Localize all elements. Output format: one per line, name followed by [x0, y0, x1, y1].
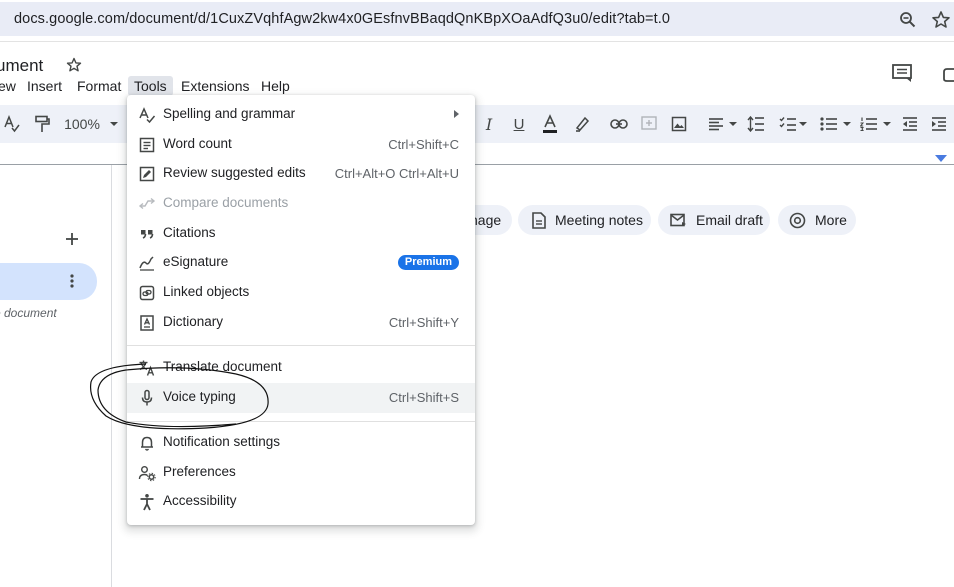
header-divider — [0, 41, 954, 42]
zoom-chevron-down-icon[interactable] — [108, 114, 120, 134]
shortcut-text: Ctrl+Shift+S — [388, 390, 459, 405]
add-tab-plus-icon[interactable] — [64, 231, 80, 247]
shortcut-text: Ctrl+Alt+O Ctrl+Alt+U — [334, 166, 459, 181]
ruler-indent-marker[interactable] — [935, 155, 947, 162]
menu-item-notification-settings[interactable]: Notification settings — [127, 428, 475, 458]
bulleted-list-icon[interactable] — [820, 114, 838, 134]
numbered-list-icon[interactable] — [860, 114, 878, 134]
outline-divider — [111, 165, 112, 587]
word-count-icon — [139, 137, 155, 153]
more-options-icon[interactable] — [68, 273, 76, 289]
translate-icon — [139, 360, 155, 376]
zoom-out-icon[interactable] — [899, 11, 917, 29]
meet-icon[interactable] — [940, 66, 954, 82]
email-icon — [670, 213, 686, 227]
menu-tools[interactable]: Tools — [128, 76, 173, 96]
shortcut-text: Ctrl+Shift+Y — [388, 315, 459, 330]
insert-link-icon[interactable] — [609, 114, 629, 134]
text-color-icon[interactable] — [540, 114, 560, 134]
dictionary-icon — [140, 315, 154, 331]
url-text[interactable]: docs.google.com/document/d/1CuxZVqhfAgw2… — [14, 11, 670, 27]
menu-item-esignature[interactable]: eSignature Premium — [127, 248, 475, 278]
underline-icon[interactable]: U — [510, 114, 528, 134]
at-sign-icon — [789, 212, 806, 228]
outline-hint-text: e document — [0, 306, 57, 320]
menu-item-citations[interactable]: Citations — [127, 219, 475, 249]
menu-item-preferences[interactable]: Preferences — [127, 458, 475, 488]
menu-divider — [127, 421, 475, 422]
submenu-arrow-icon — [454, 110, 459, 118]
paint-format-icon[interactable] — [33, 114, 51, 134]
numbered-chevron-down-icon[interactable] — [882, 114, 892, 134]
link-objects-icon — [139, 285, 155, 301]
highlight-color-icon[interactable] — [573, 114, 591, 134]
menu-divider — [127, 345, 475, 346]
review-edits-icon — [139, 166, 155, 182]
chip-label: More — [815, 212, 847, 228]
chip-meeting-notes[interactable]: Meeting notes — [518, 205, 651, 235]
premium-badge: Premium — [397, 255, 459, 270]
add-comment-icon[interactable] — [640, 114, 658, 134]
zoom-select[interactable]: 100% — [62, 114, 102, 134]
chip-label: Email draft — [696, 212, 763, 228]
zoom-value: 100% — [64, 116, 100, 132]
menu-item-accessibility[interactable]: Accessibility — [127, 487, 475, 517]
line-spacing-icon[interactable] — [747, 114, 765, 134]
menu-item-review-suggested-edits[interactable]: Review suggested edits Ctrl+Alt+O Ctrl+A… — [127, 159, 475, 189]
menu-extensions[interactable]: Extensions — [181, 76, 249, 96]
tools-menu: Spelling and grammar Word count Ctrl+Shi… — [127, 95, 475, 525]
menu-item-voice-typing[interactable]: Voice typing Ctrl+Shift+S — [127, 383, 475, 413]
quote-icon — [141, 230, 154, 239]
menu-item-compare-documents[interactable]: Compare documents — [127, 189, 475, 219]
menu-item-linked-objects[interactable]: Linked objects — [127, 278, 475, 308]
menu-item-dictionary[interactable]: Dictionary Ctrl+Shift+Y — [127, 308, 475, 338]
align-chevron-down-icon[interactable] — [728, 114, 738, 134]
comment-history-icon[interactable] — [891, 63, 913, 83]
bookmark-star-icon[interactable] — [931, 10, 951, 30]
menu-format[interactable]: Format — [77, 76, 121, 96]
menu-view[interactable]: ew — [0, 76, 16, 96]
document-icon — [532, 211, 546, 229]
signature-icon — [139, 256, 154, 271]
italic-icon[interactable]: I — [480, 114, 498, 134]
menu-insert[interactable]: Insert — [27, 76, 62, 96]
checklist-chevron-down-icon[interactable] — [798, 114, 808, 134]
bell-icon — [141, 436, 153, 451]
compare-icon — [138, 197, 156, 210]
preferences-icon — [138, 466, 156, 482]
star-document-icon[interactable] — [66, 57, 82, 73]
microphone-icon — [141, 389, 153, 406]
accessibility-icon — [140, 494, 154, 511]
shortcut-text: Ctrl+Shift+C — [388, 137, 459, 152]
increase-indent-icon[interactable] — [930, 114, 948, 134]
insert-image-icon[interactable] — [670, 114, 688, 134]
docs-window: docs.google.com/document/d/1CuxZVqhfAgw2… — [0, 0, 954, 587]
align-icon[interactable] — [707, 114, 725, 134]
document-tab-item[interactable] — [0, 263, 97, 300]
menu-help[interactable]: Help — [261, 76, 290, 96]
chip-more[interactable]: More — [778, 205, 856, 235]
document-title[interactable]: ument — [0, 56, 43, 76]
spellcheck-icon — [139, 107, 156, 124]
spellcheck-icon[interactable] — [3, 114, 21, 134]
bulleted-chevron-down-icon[interactable] — [842, 114, 852, 134]
menu-item-translate-document[interactable]: Translate document — [127, 353, 475, 383]
address-bar[interactable]: docs.google.com/document/d/1CuxZVqhfAgw2… — [0, 2, 954, 36]
checklist-icon[interactable] — [779, 114, 797, 134]
menu-item-word-count[interactable]: Word count Ctrl+Shift+C — [127, 130, 475, 160]
menu-item-spelling-and-grammar[interactable]: Spelling and grammar — [127, 100, 475, 130]
chip-label: Meeting notes — [555, 212, 643, 228]
decrease-indent-icon[interactable] — [901, 114, 919, 134]
chip-email-draft[interactable]: Email draft — [658, 205, 770, 235]
